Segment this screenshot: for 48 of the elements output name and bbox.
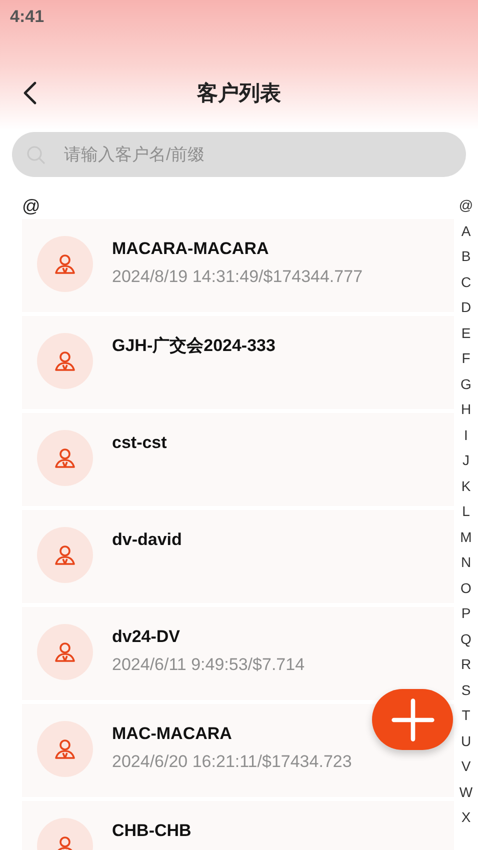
index-letter[interactable]: I [464, 422, 468, 448]
customer-name: MAC-MACARA [112, 723, 233, 745]
index-letter[interactable]: P [461, 601, 471, 626]
customer-card[interactable]: MACARA-MACARA 2024/8/19 14:31:49/$174344.777 [22, 219, 454, 312]
customer-name: dv24-DV [112, 626, 182, 648]
search-field[interactable]: 请输入客户名/前缀 [12, 132, 466, 177]
plus-icon [390, 696, 436, 742]
back-icon[interactable] [22, 81, 38, 105]
customer-card[interactable]: CHB-CHB [22, 801, 454, 850]
index-letter[interactable]: X [461, 805, 471, 830]
customer-card[interactable]: cst-cst [22, 413, 454, 506]
customer-card[interactable]: MAC-MACARA 2024/6/20 16:21:11/$17434.723 [22, 704, 454, 797]
customer-name: dv-david [112, 529, 182, 551]
index-letter[interactable]: N [460, 550, 472, 576]
index-letter[interactable]: Q [460, 626, 472, 652]
customer-name: GJH-广交会2024-333 [112, 335, 276, 357]
index-letter[interactable]: B [461, 244, 471, 270]
index-letter[interactable]: T [462, 703, 470, 728]
customer-name: cst-cst [112, 432, 167, 454]
index-letter[interactable]: D [460, 295, 472, 320]
index-letter[interactable]: F [462, 346, 470, 372]
customer-card[interactable]: dv-david [22, 510, 454, 603]
customer-name: CHB-CHB [112, 820, 192, 842]
customer-card[interactable]: GJH-广交会2024-333 [22, 316, 454, 409]
customer-detail: 2024/6/20 16:21:11/$17434.723 [112, 751, 352, 773]
index-letter[interactable]: H [460, 397, 472, 422]
index-letter[interactable]: G [460, 372, 472, 397]
index-letter[interactable]: @ [458, 193, 474, 218]
status-time: 4:41 [10, 7, 44, 27]
index-letter[interactable]: C [460, 270, 472, 295]
customer-detail: 2024/6/11 9:49:53/$7.714 [112, 654, 305, 676]
index-letter[interactable]: R [460, 652, 472, 678]
index-letter[interactable]: S [461, 678, 471, 703]
index-letter[interactable]: A [461, 218, 471, 244]
section-header: @ [22, 195, 42, 218]
index-letter[interactable]: U [460, 728, 472, 754]
index-letter[interactable]: K [461, 474, 471, 499]
customer-name: MACARA-MACARA [112, 238, 270, 260]
index-letter[interactable]: W [459, 780, 473, 805]
index-letter[interactable]: V [461, 754, 471, 780]
page-title: 客户列表 [197, 80, 281, 107]
customer-card[interactable]: dv24-DV 2024/6/11 9:49:53/$7.714 [22, 607, 454, 700]
index-letter[interactable]: O [460, 576, 472, 601]
index-letter[interactable]: L [462, 499, 470, 524]
index-letter[interactable]: M [460, 524, 472, 550]
index-letter[interactable]: E [461, 320, 471, 346]
index-letter[interactable]: J [462, 448, 470, 474]
customer-detail: 2024/8/19 14:31:49/$174344.777 [112, 266, 363, 288]
